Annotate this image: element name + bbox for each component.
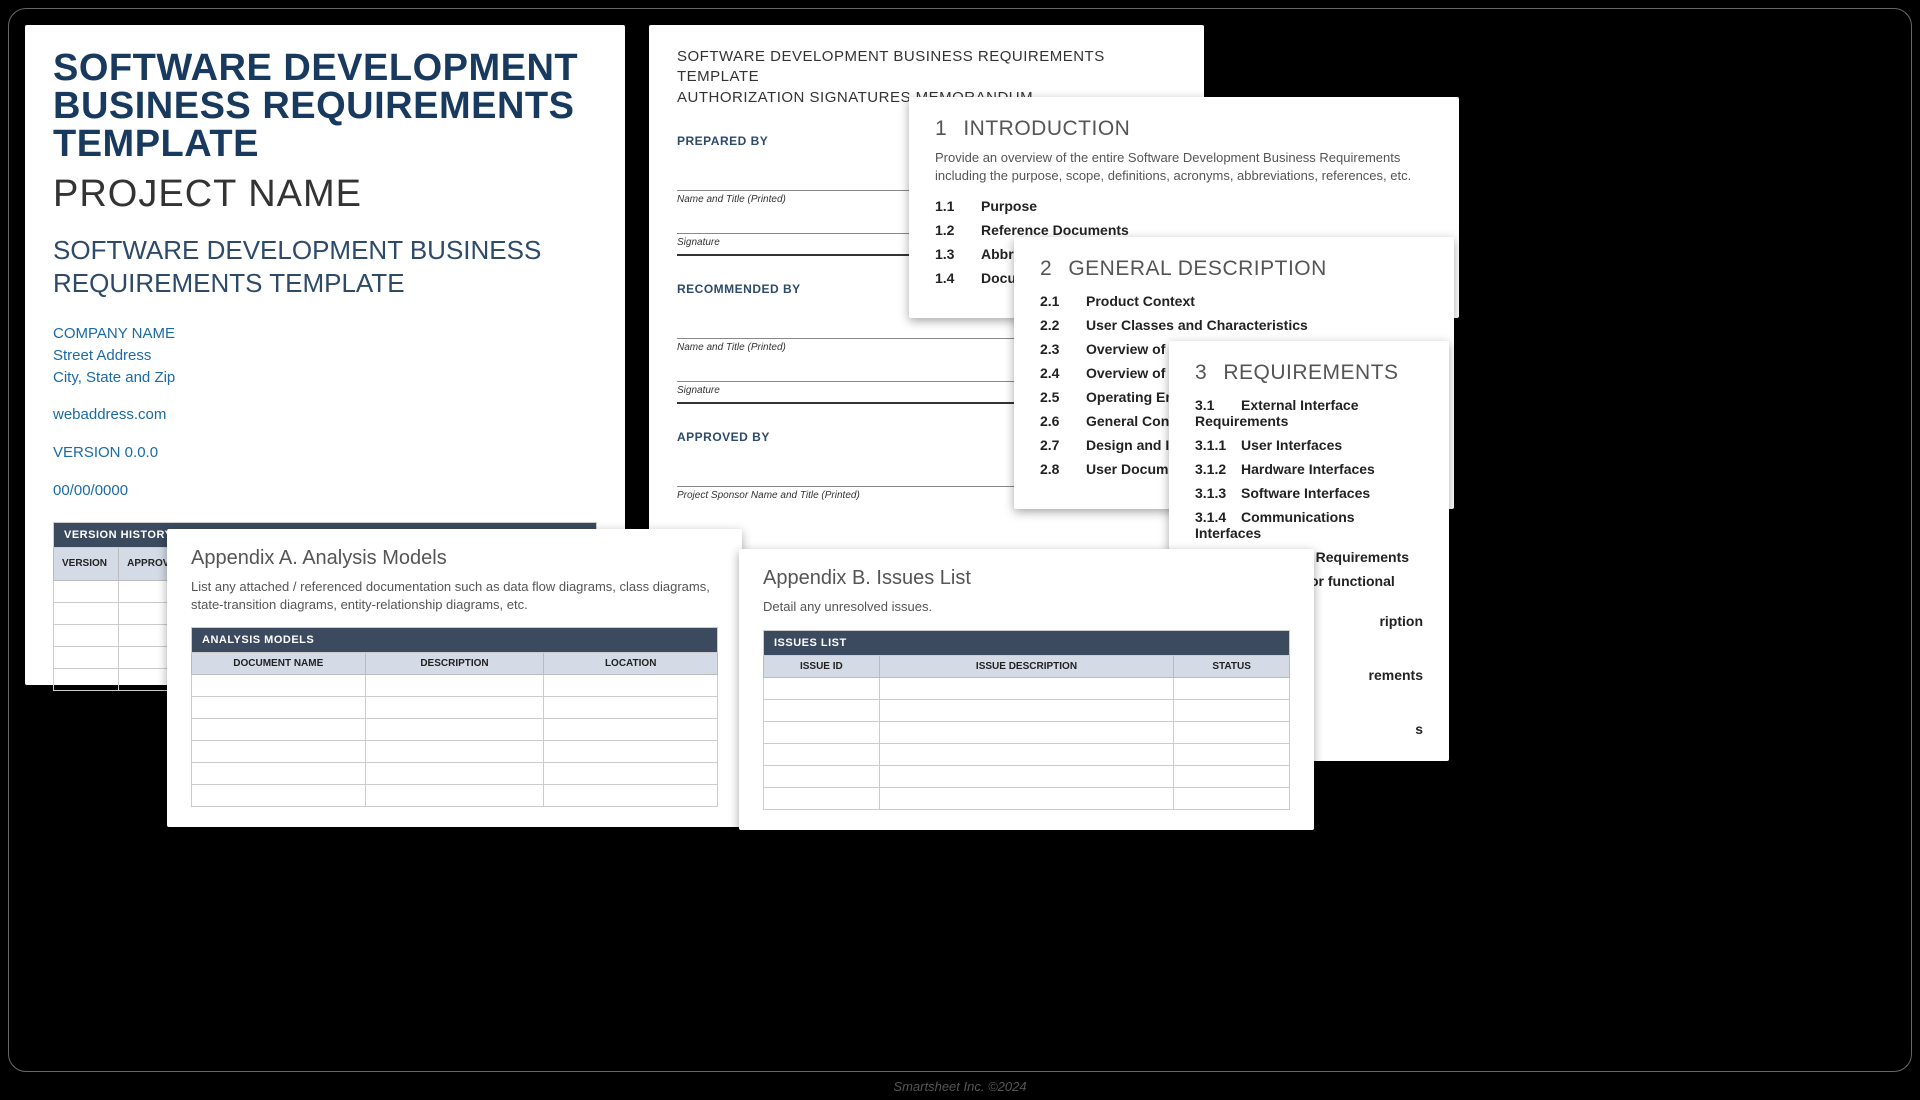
company-name: COMPANY NAME <box>53 323 597 345</box>
table-row <box>764 743 1290 765</box>
analysis-models-bar: ANALYSIS MODELS <box>192 628 718 653</box>
toc-item: 3.1.1User Interfaces <box>1195 433 1423 457</box>
section-3-heading: 3 REQUIREMENTS <box>1195 361 1423 385</box>
doc-title: SOFTWARE DEVELOPMENT BUSINESS REQUIREMEN… <box>53 49 597 163</box>
company-meta: COMPANY NAME Street Address City, State … <box>53 323 597 502</box>
canvas: SOFTWARE DEVELOPMENT BUSINESS REQUIREMEN… <box>8 8 1912 1072</box>
date-label: 00/00/0000 <box>53 480 597 502</box>
toc-item: 3.1.2Hardware Interfaces <box>1195 457 1423 481</box>
sponsor-caption: Project Sponsor Name and Title (Printed) <box>677 490 860 501</box>
section-3-num: 3 <box>1195 361 1217 385</box>
table-row <box>764 787 1290 809</box>
section-1-title: INTRODUCTION <box>963 117 1130 140</box>
section-3-title: REQUIREMENTS <box>1223 361 1398 384</box>
section-1-desc: Provide an overview of the entire Softwa… <box>935 149 1433 184</box>
toc-item: 2.2User Classes and Characteristics <box>1040 313 1428 337</box>
table-row <box>764 721 1290 743</box>
toc-item: 3.1.4Communications Interfaces <box>1195 505 1423 545</box>
col-issue-description: ISSUE DESCRIPTION <box>879 655 1174 677</box>
street-address: Street Address <box>53 345 597 367</box>
section-2-title: GENERAL DESCRIPTION <box>1068 257 1326 280</box>
toc-item: 3.1External Interface Requirements <box>1195 393 1423 433</box>
toc-item: 2.1Product Context <box>1040 289 1428 313</box>
appendix-b-title: Appendix B. Issues List <box>763 567 1290 590</box>
sig-header-line1: SOFTWARE DEVELOPMENT BUSINESS REQUIREMEN… <box>677 47 1176 88</box>
table-row <box>192 741 718 763</box>
footer-attribution: Smartsheet Inc. ©2024 <box>0 1079 1920 1094</box>
appendix-a-desc: List any attached / referenced documenta… <box>191 578 718 613</box>
table-row <box>764 765 1290 787</box>
col-location: LOCATION <box>544 653 718 675</box>
city-state-zip: City, State and Zip <box>53 367 597 389</box>
analysis-models-table: ANALYSIS MODELS DOCUMENT NAME DESCRIPTIO… <box>191 627 718 807</box>
table-row <box>764 699 1290 721</box>
version-label: VERSION 0.0.0 <box>53 442 597 464</box>
issues-list-table: ISSUES LIST ISSUE ID ISSUE DESCRIPTION S… <box>763 630 1290 810</box>
name-title-caption: Name and Title (Printed) <box>677 342 786 353</box>
toc-item: 1.1Purpose <box>935 194 1433 218</box>
doc-title-line1: SOFTWARE DEVELOPMENT <box>53 47 578 89</box>
table-row <box>192 719 718 741</box>
col-doc-name: DOCUMENT NAME <box>192 653 366 675</box>
appendix-b-card: Appendix B. Issues List Detail any unres… <box>739 549 1314 830</box>
appendix-a-title: Appendix A. Analysis Models <box>191 547 718 570</box>
doc-title-line2: BUSINESS REQUIREMENTS TEMPLATE <box>53 85 574 165</box>
table-row <box>192 763 718 785</box>
col-status: STATUS <box>1174 655 1290 677</box>
col-version: VERSION <box>54 547 119 580</box>
section-1-heading: 1 INTRODUCTION <box>935 117 1433 141</box>
section-2-num: 2 <box>1040 257 1062 281</box>
col-issue-id: ISSUE ID <box>764 655 880 677</box>
signature-caption: Signature <box>677 237 720 248</box>
signature-caption: Signature <box>677 385 720 396</box>
appendix-b-desc: Detail any unresolved issues. <box>763 598 1290 616</box>
name-title-caption: Name and Title (Printed) <box>677 194 786 205</box>
table-row <box>764 677 1290 699</box>
table-row <box>192 785 718 807</box>
appendix-a-card: Appendix A. Analysis Models List any att… <box>167 529 742 827</box>
table-row <box>192 697 718 719</box>
section-1-num: 1 <box>935 117 957 141</box>
issues-list-bar: ISSUES LIST <box>764 630 1290 655</box>
table-row <box>192 675 718 697</box>
project-name: PROJECT NAME <box>53 173 597 216</box>
col-description: DESCRIPTION <box>365 653 544 675</box>
web-address: webaddress.com <box>53 404 597 426</box>
toc-item: 3.1.3Software Interfaces <box>1195 481 1423 505</box>
doc-subtitle: SOFTWARE DEVELOPMENT BUSINESS REQUIREMEN… <box>53 234 597 299</box>
section-2-heading: 2 GENERAL DESCRIPTION <box>1040 257 1428 281</box>
